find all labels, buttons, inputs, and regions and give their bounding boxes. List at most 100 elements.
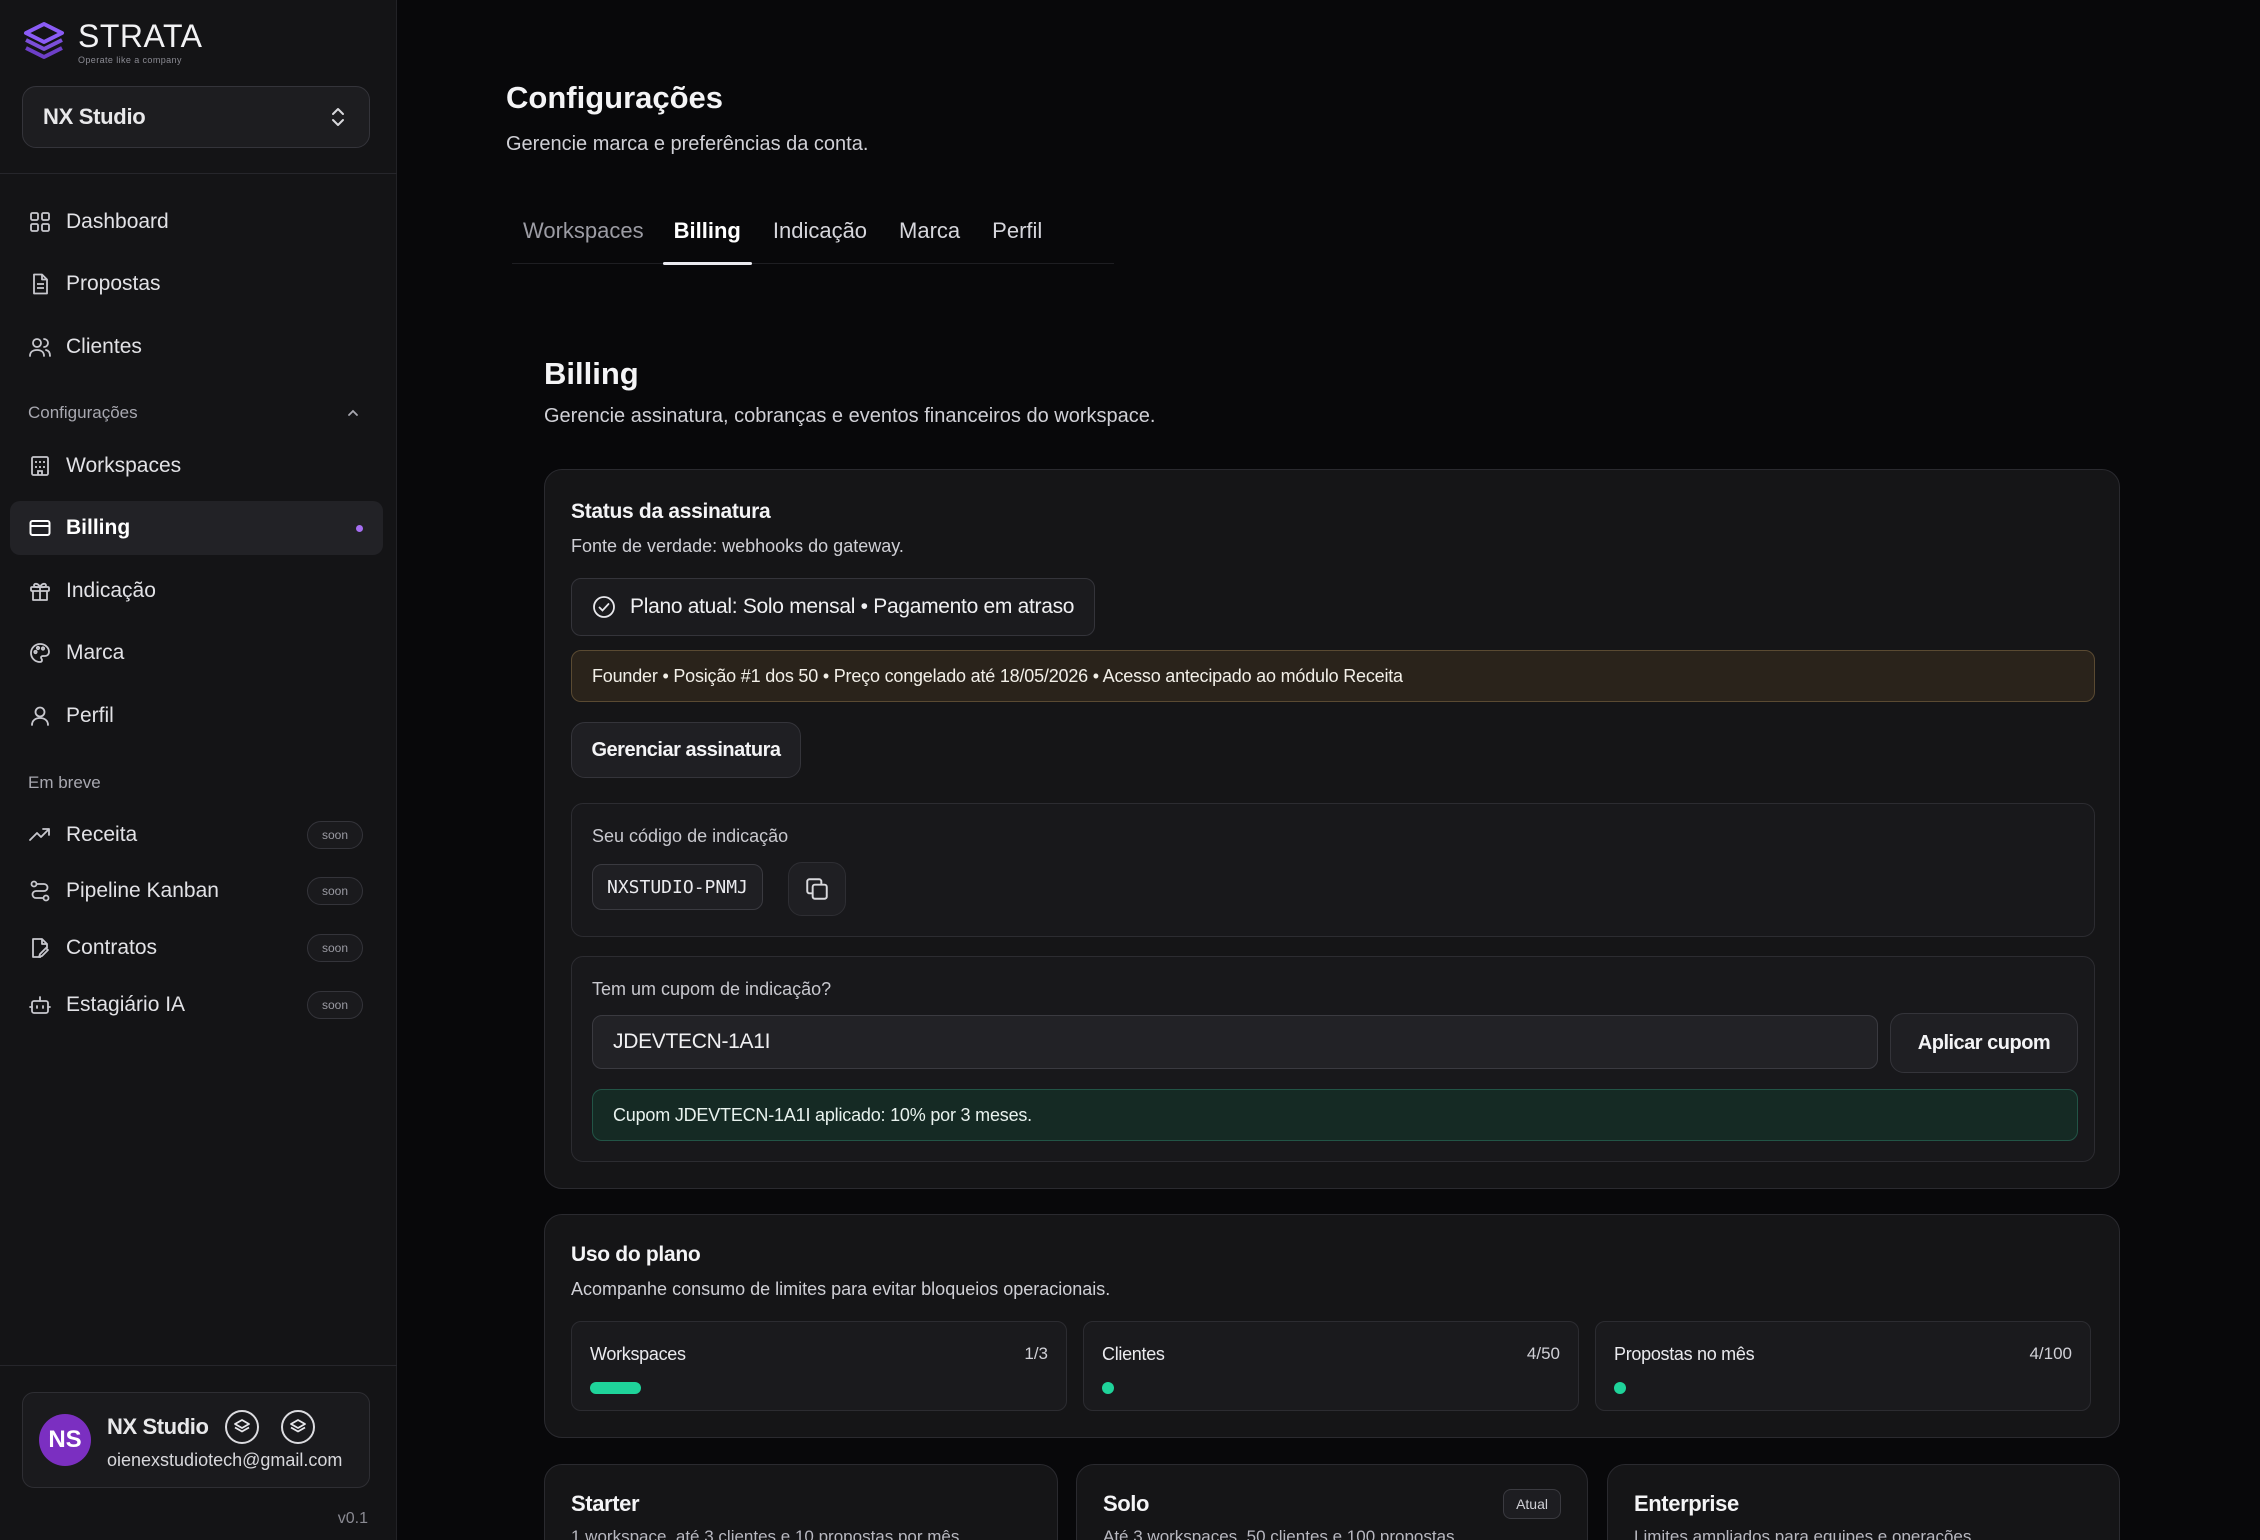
- plan-name: Solo: [1103, 1491, 1150, 1516]
- sidebar-item-label: Perfil: [66, 704, 114, 727]
- sidebar-item-marca[interactable]: Marca: [10, 626, 383, 680]
- card-title: Status da assinatura: [571, 500, 771, 523]
- sidebar-item-label: Workspaces: [66, 454, 182, 477]
- page-title: Configurações: [506, 80, 724, 115]
- billing-title: Billing: [544, 356, 639, 391]
- user-card[interactable]: NS NX Studio oienexstudiotech@gmail.com: [22, 1392, 370, 1488]
- plan-card-solo[interactable]: Solo Atual Até 3 workspaces, 50 clientes…: [1076, 1464, 1588, 1540]
- usage-propostas: Propostas no mês 4/100: [1595, 1321, 2091, 1411]
- chevrons-up-down-icon: [332, 108, 344, 126]
- sidebar-item-perfil[interactable]: Perfil: [10, 689, 383, 743]
- sidebar-item-clientes[interactable]: Clientes: [10, 320, 383, 374]
- file-icon: [33, 273, 48, 295]
- usage-clientes: Clientes 4/50: [1083, 1321, 1579, 1411]
- plan-card-enterprise[interactable]: Enterprise Limites ampliados para equipe…: [1607, 1464, 2120, 1540]
- chevron-up-icon[interactable]: [346, 406, 360, 420]
- billing-subtitle: Gerencie assinatura, cobranças e eventos…: [544, 405, 1156, 427]
- referral-code[interactable]: NXSTUDIO-PNMJ: [592, 864, 763, 910]
- sidebar-item-propostas[interactable]: Propostas: [10, 257, 383, 311]
- usage-value: 1/3: [1024, 1344, 1048, 1363]
- sidebar-item-label: Receita: [66, 823, 138, 846]
- check-circle-icon: [593, 596, 615, 618]
- founder-badge-icon: [224, 1409, 259, 1444]
- file-edit-icon: [32, 938, 49, 958]
- tab-perfil[interactable]: Perfil: [981, 198, 1053, 264]
- plan-description: Até 3 workspaces, 50 clientes e 100 prop…: [1103, 1527, 1455, 1540]
- soon-badge: soon: [306, 877, 363, 905]
- bot-icon: [29, 996, 51, 1014]
- referral-code-box: Seu código de indicação NXSTUDIO-PNMJ: [571, 803, 2095, 937]
- plan-badge-icon: [280, 1409, 315, 1444]
- sidebar-item-workspaces[interactable]: Workspaces: [10, 439, 383, 493]
- card-subtitle: Fonte de verdade: webhooks do gateway.: [571, 536, 904, 556]
- coupon-label: Tem um cupom de indicação?: [592, 979, 832, 999]
- sidebar-section-soon: Em breve: [28, 773, 101, 792]
- usage-progress-fill: [1102, 1382, 1115, 1394]
- coupon-input[interactable]: JDEVTECN-1A1I: [592, 1015, 1878, 1069]
- sidebar-item-label: Propostas: [66, 272, 161, 295]
- usage-workspaces: Workspaces 1/3: [571, 1321, 1067, 1411]
- sidebar-item-receita[interactable]: Receita soon: [10, 808, 383, 862]
- active-indicator-dot: [356, 525, 363, 532]
- brand-logo[interactable]: STRATA Operate like a company: [20, 18, 202, 66]
- current-plan-text: Plano atual: Solo mensal • Pagamento em …: [630, 595, 1075, 618]
- usage-label: Propostas no mês: [1614, 1344, 1755, 1364]
- plan-description: Limites ampliados para equipes e operaçõ…: [1634, 1527, 1972, 1540]
- manage-subscription-button[interactable]: Gerenciar assinatura: [571, 722, 801, 778]
- workspace-selector-value: NX Studio: [43, 104, 146, 129]
- user-icon: [31, 706, 49, 726]
- tab-workspaces[interactable]: Workspaces: [512, 198, 655, 264]
- plan-name: Enterprise: [1634, 1491, 1739, 1516]
- plan-description: 1 workspace, até 3 clientes e 10 propost…: [571, 1527, 960, 1540]
- tab-billing[interactable]: Billing: [662, 198, 753, 265]
- copy-code-button[interactable]: [788, 862, 846, 916]
- apply-coupon-button[interactable]: Aplicar cupom: [1890, 1013, 2078, 1073]
- usage-progress-bar: [1102, 1382, 1254, 1394]
- workspace-selector[interactable]: NX Studio: [22, 86, 370, 148]
- settings-tabs: Workspaces Billing Indicação Marca Perfi…: [512, 198, 1114, 265]
- trending-up-icon: [29, 828, 50, 841]
- sidebar-item-label: Dashboard: [66, 210, 169, 233]
- sidebar-item-indicacao[interactable]: Indicação: [10, 564, 383, 618]
- sidebar-item-label: Indicação: [66, 579, 156, 602]
- tab-marca[interactable]: Marca: [888, 198, 971, 264]
- coupon-success-message: Cupom JDEVTECN-1A1I aplicado: 10% por 3 …: [592, 1089, 2078, 1141]
- founder-notice: Founder • Posição #1 dos 50 • Preço cong…: [571, 650, 2095, 702]
- sidebar-item-estagiario-ia[interactable]: Estagiário IA soon: [10, 978, 383, 1032]
- sidebar-item-billing[interactable]: Billing: [10, 501, 383, 555]
- soon-badge: soon: [306, 934, 363, 962]
- avatar: NS: [39, 1414, 91, 1466]
- usage-label: Workspaces: [590, 1344, 686, 1364]
- sidebar: STRATA Operate like a company NX Studio …: [0, 0, 397, 1540]
- route-icon: [30, 880, 50, 902]
- usage-progress-bar: [590, 1382, 742, 1394]
- usage-label: Clientes: [1102, 1344, 1165, 1364]
- sidebar-item-label: Marca: [66, 641, 125, 664]
- copy-icon: [806, 878, 828, 900]
- soon-badge: soon: [306, 991, 363, 1019]
- referral-code-label: Seu código de indicação: [592, 826, 789, 846]
- card-title: Uso do plano: [571, 1243, 701, 1266]
- building-icon: [31, 456, 49, 476]
- usage-value: 4/100: [2029, 1344, 2072, 1363]
- usage-progress-bar: [1614, 1382, 1766, 1394]
- current-plan-badge: Atual: [1503, 1489, 1561, 1519]
- sidebar-item-dashboard[interactable]: Dashboard: [10, 195, 383, 249]
- grid-icon: [30, 212, 50, 232]
- plan-usage-card: Uso do plano Acompanhe consumo de limite…: [544, 1214, 2120, 1438]
- brand-name: STRATA: [78, 18, 203, 54]
- plan-name: Starter: [571, 1491, 640, 1516]
- user-email: oienexstudiotech@gmail.com: [107, 1449, 343, 1470]
- card-icon: [29, 520, 51, 536]
- plan-card-starter[interactable]: Starter 1 workspace, até 3 clientes e 10…: [544, 1464, 1058, 1540]
- sidebar-item-label: Billing: [66, 516, 131, 539]
- sidebar-item-contratos[interactable]: Contratos soon: [10, 921, 383, 975]
- users-icon: [29, 338, 51, 357]
- app-version: v0.1: [337, 1510, 368, 1527]
- tab-indicacao[interactable]: Indicação: [762, 198, 878, 264]
- gift-icon: [30, 582, 50, 601]
- sidebar-item-pipeline-kanban[interactable]: Pipeline Kanban soon: [10, 864, 383, 918]
- sidebar-item-label: Estagiário IA: [66, 993, 186, 1016]
- sidebar-item-label: Pipeline Kanban: [66, 879, 219, 902]
- page-subtitle: Gerencie marca e preferências da conta.: [506, 133, 869, 155]
